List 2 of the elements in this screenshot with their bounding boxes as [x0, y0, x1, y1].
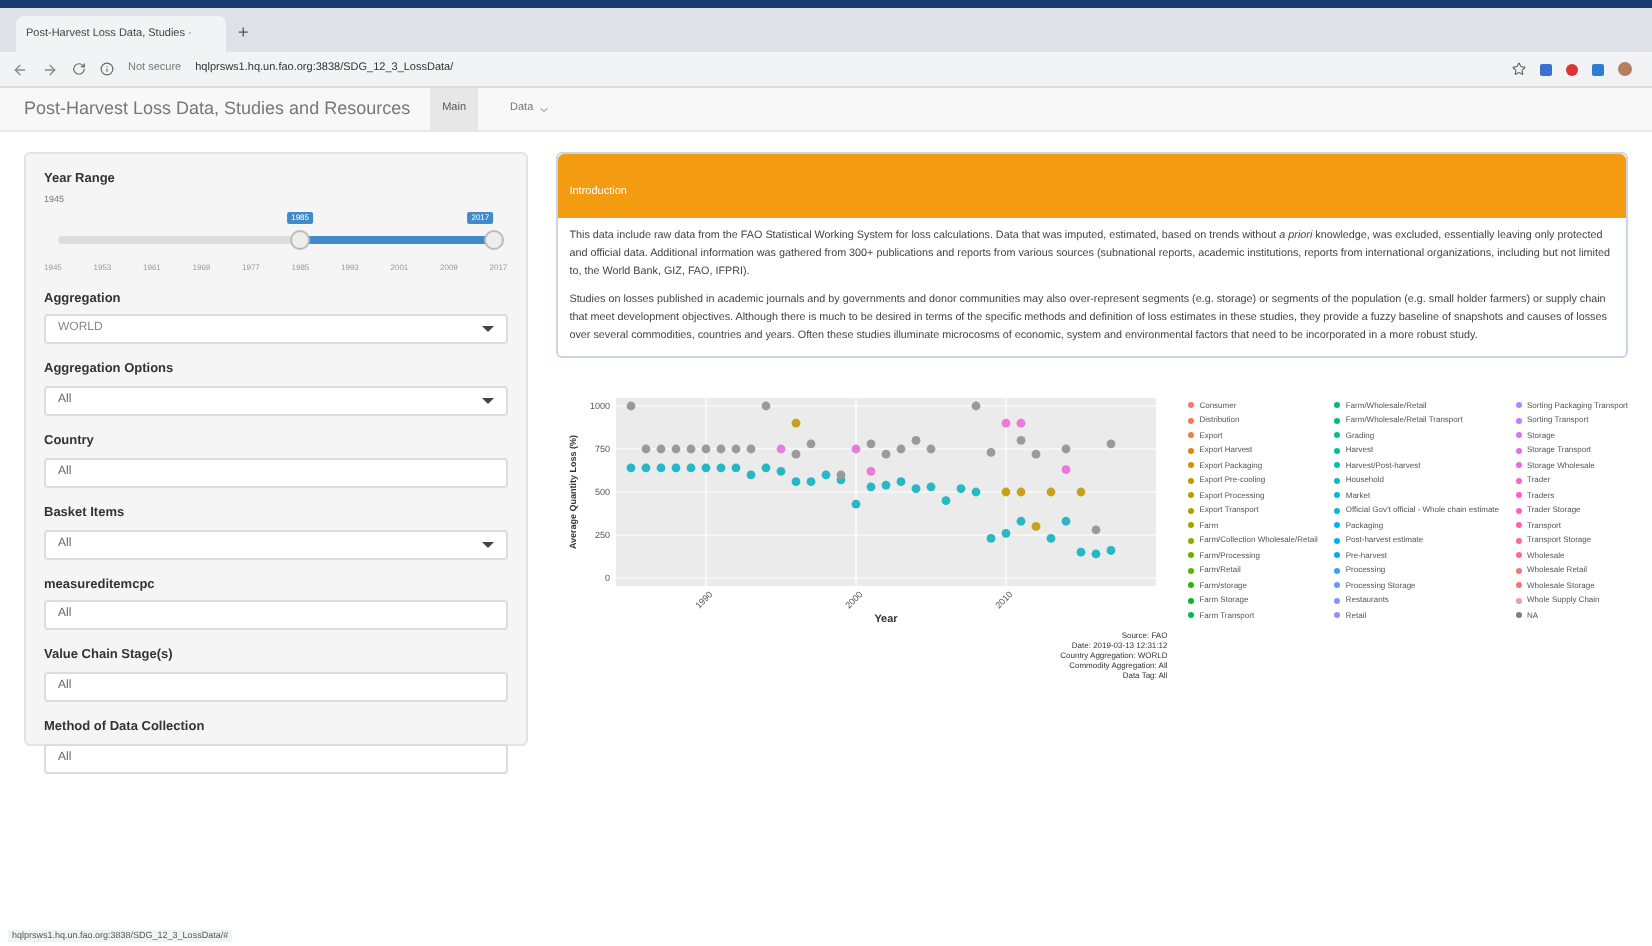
- app-title: Post-Harvest Loss Data, Studies and Resources: [24, 95, 411, 122]
- new-tab-button[interactable]: +: [238, 19, 249, 46]
